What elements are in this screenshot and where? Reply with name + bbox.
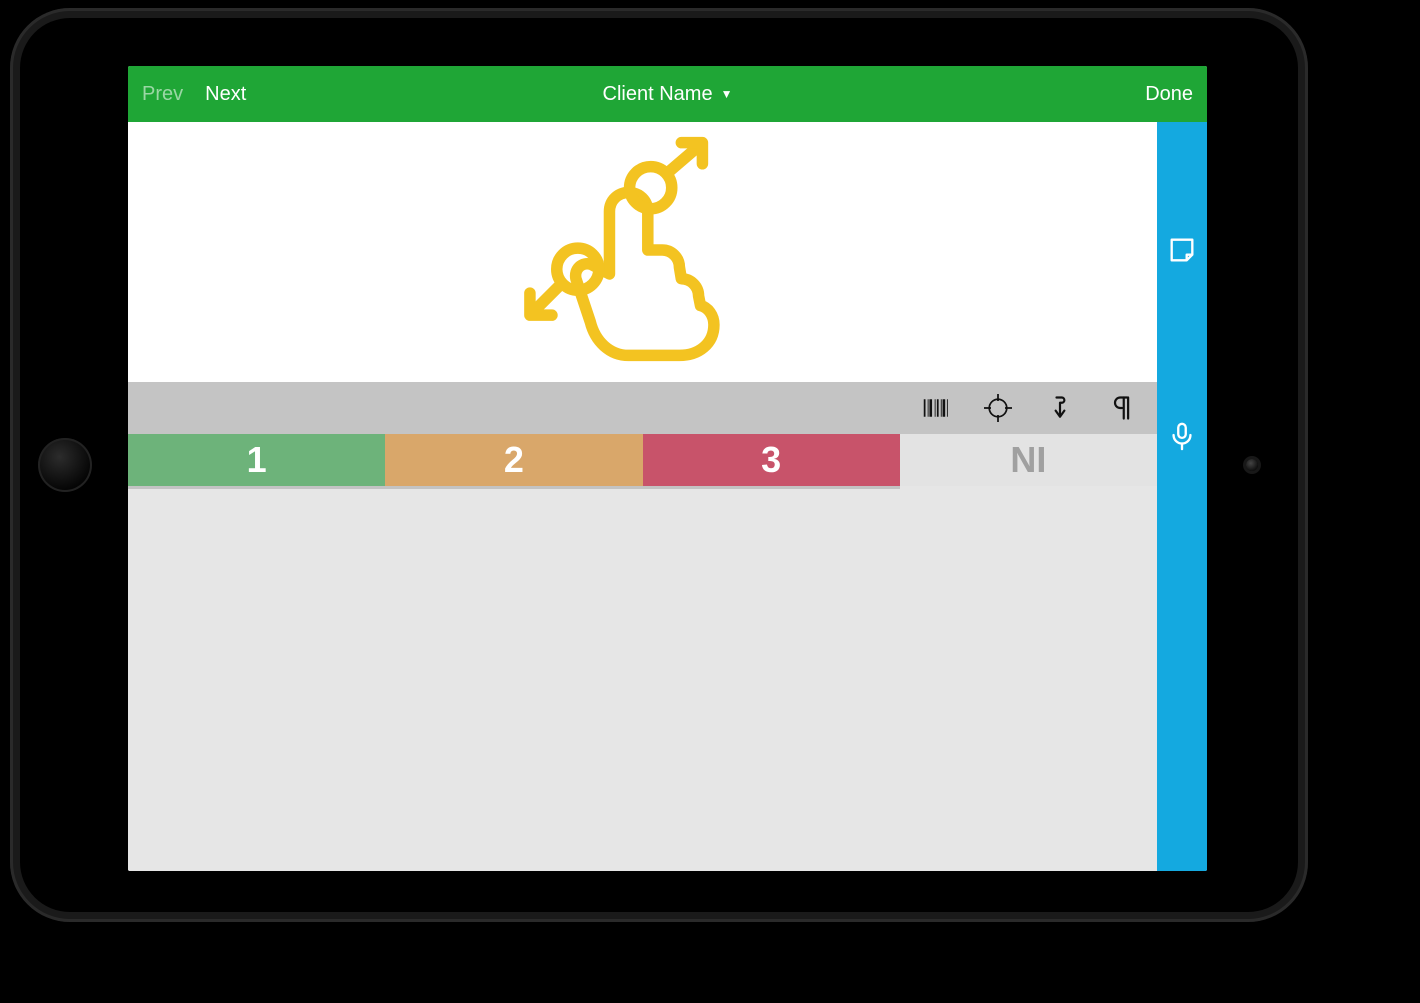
pilcrow-icon[interactable] [1107, 393, 1137, 423]
microphone-icon[interactable] [1164, 418, 1200, 454]
ipad-frame: Prev Next Client Name ▼ Done [10, 8, 1308, 922]
sticky-note-icon[interactable] [1164, 232, 1200, 268]
empty-area [128, 486, 1157, 871]
client-name-dropdown[interactable]: Client Name ▼ [603, 83, 733, 106]
done-button[interactable]: Done [1145, 83, 1193, 106]
screen: Prev Next Client Name ▼ Done [128, 66, 1207, 871]
toolbar [128, 382, 1157, 434]
pinch-zoom-gesture-icon [518, 135, 768, 370]
target-icon[interactable] [983, 393, 1013, 423]
chevron-down-icon: ▼ [721, 88, 733, 100]
home-button[interactable] [38, 438, 92, 492]
drawing-canvas[interactable] [128, 122, 1157, 382]
rating-1-button[interactable]: 1 [128, 434, 385, 486]
rating-3-button[interactable]: 3 [643, 434, 900, 486]
next-button[interactable]: Next [205, 83, 246, 106]
prev-button: Prev [142, 83, 183, 106]
barcode-icon[interactable] [921, 393, 951, 423]
header-bar: Prev Next Client Name ▼ Done [128, 66, 1207, 122]
main-area: 1 2 3 NI [128, 122, 1157, 871]
rating-2-button[interactable]: 2 [385, 434, 642, 486]
right-sidebar [1157, 122, 1207, 871]
client-name-label: Client Name [603, 83, 713, 106]
rating-row: 1 2 3 NI [128, 434, 1157, 486]
insert-down-icon[interactable] [1045, 393, 1075, 423]
rating-ni-button[interactable]: NI [900, 434, 1157, 486]
front-camera [1246, 459, 1258, 471]
